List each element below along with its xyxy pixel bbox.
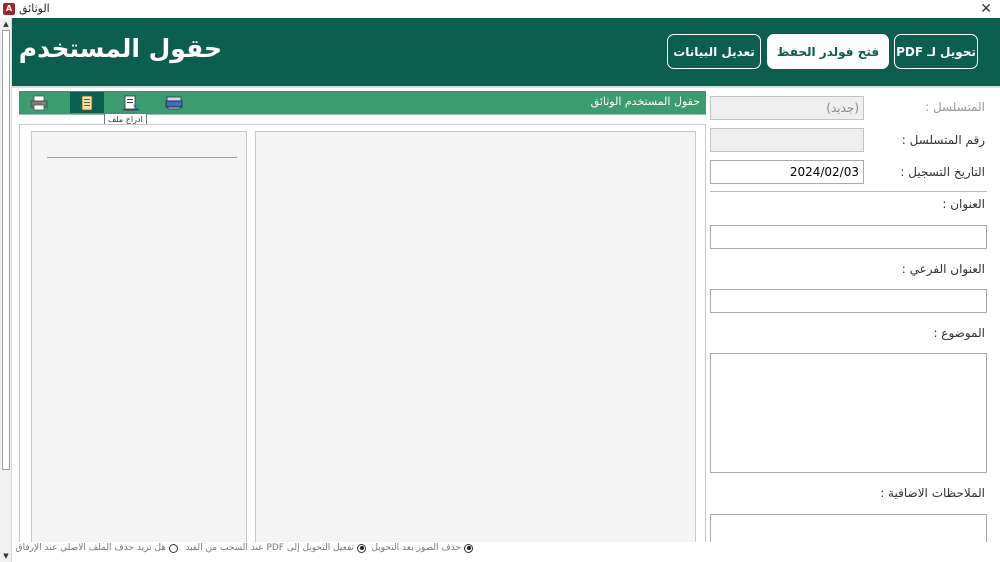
- scroll-thumb[interactable]: [2, 30, 10, 470]
- scanner-button[interactable]: [157, 92, 191, 113]
- subject-textarea[interactable]: [710, 353, 987, 473]
- title-bar: A الوثائق ✕: [0, 0, 1000, 18]
- insert-file-button[interactable]: [114, 92, 148, 113]
- registration-date-field[interactable]: 2024/02/03: [710, 160, 864, 184]
- open-save-folder-button[interactable]: فتح فولدر الحفظ: [767, 34, 889, 69]
- document-preview[interactable]: [255, 131, 696, 544]
- subtitle-label: العنوان الفرعي :: [901, 262, 985, 276]
- scanner-icon: [165, 96, 183, 109]
- edit-data-button[interactable]: تعديل البيانات: [667, 34, 761, 69]
- documents-toolbar: حقول المستخدم الوثائق: [19, 91, 706, 114]
- notes-label: الملاحظات الاضافية :: [880, 486, 985, 500]
- delete-original-radio[interactable]: [169, 543, 178, 553]
- file-list[interactable]: [31, 131, 247, 544]
- header-banner: حقول المستخدم تعديل البيانات فتح فولدر ا…: [12, 18, 1000, 86]
- file-list-separator: [47, 157, 237, 158]
- insert-file-icon: [123, 95, 139, 110]
- registration-date-value: 2024/02/03: [789, 165, 859, 179]
- registration-date-label: التاريخ التسجيل :: [900, 165, 985, 179]
- serial-number-label: رقم المتسلسل :: [901, 133, 985, 147]
- document-button[interactable]: [70, 92, 104, 113]
- page-title: حقول المستخدم: [18, 34, 222, 63]
- serial-field[interactable]: (جديد): [710, 96, 864, 120]
- serial-number-field[interactable]: [710, 128, 864, 152]
- delete-original-option[interactable]: هل تريد حذف الملف الاصلي عند الإرفاق: [16, 543, 178, 553]
- printer-icon: [30, 95, 48, 110]
- scroll-down-icon[interactable]: ▼: [1, 551, 11, 561]
- subject-label: الموضوع :: [933, 326, 985, 340]
- delete-images-radio[interactable]: [464, 543, 473, 553]
- vertical-scrollbar[interactable]: ▲ ▼: [0, 18, 12, 562]
- serial-label: المتسلسل :: [925, 100, 985, 114]
- title-field[interactable]: [710, 225, 987, 249]
- subtitle-field[interactable]: [710, 289, 987, 313]
- enable-pdf-drag-option[interactable]: تفعيل التحويل إلى PDF عند السحب من الفيد: [185, 543, 366, 553]
- delete-images-option[interactable]: حذف الصور بعد التحويل: [371, 543, 473, 553]
- window-title: الوثائق: [19, 2, 50, 15]
- document-icon: [81, 95, 93, 110]
- delete-images-label: حذف الصور بعد التحويل: [371, 543, 461, 553]
- enable-pdf-drag-label: تفعيل التحويل إلى PDF عند السحب من الفيد: [185, 543, 354, 553]
- enable-pdf-drag-radio[interactable]: [357, 543, 366, 553]
- convert-to-pdf-button[interactable]: تحويل لـ PDF: [894, 34, 978, 69]
- toolbar-title: حقول المستخدم الوثائق: [590, 95, 700, 108]
- scroll-up-icon[interactable]: ▲: [1, 19, 11, 29]
- header-divider: [12, 86, 1000, 88]
- app-window: A الوثائق ✕ ▲ ▼ حقول المستخدم تعديل البي…: [0, 0, 1000, 562]
- print-button[interactable]: [22, 92, 56, 113]
- delete-original-label: هل تريد حذف الملف الاصلي عند الإرفاق: [15, 543, 166, 553]
- form-divider: [710, 191, 987, 192]
- serial-value: (جديد): [826, 101, 859, 115]
- access-app-icon: A: [3, 3, 15, 15]
- close-icon[interactable]: ✕: [980, 0, 992, 18]
- title-label: العنوان :: [942, 197, 985, 211]
- notes-textarea[interactable]: [710, 514, 987, 542]
